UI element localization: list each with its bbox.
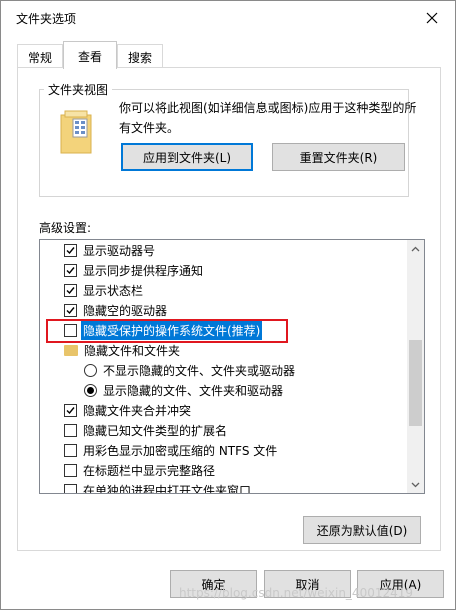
checkmark-icon	[66, 406, 75, 414]
item-label: 隐藏已知文件类型的扩展名	[83, 423, 228, 438]
window-title: 文件夹选项	[16, 12, 77, 26]
title-bar: 文件夹选项	[1, 1, 455, 35]
list-item-color-ntfs[interactable]: 用彩色显示加密或压缩的 NTFS 文件	[40, 440, 406, 460]
checkmark-icon	[66, 306, 75, 314]
item-label: 用彩色显示加密或压缩的 NTFS 文件	[83, 443, 278, 458]
close-button[interactable]	[409, 1, 455, 35]
checkbox-checked[interactable]	[64, 263, 77, 277]
apply-to-folders-button[interactable]: 应用到文件夹(L)	[121, 143, 253, 171]
list-item-hide-protected-os-files[interactable]: 隐藏受保护的操作系统文件(推荐)	[40, 320, 406, 340]
item-label: 隐藏文件夹合并冲突	[83, 403, 192, 418]
item-label: 隐藏文件和文件夹	[84, 343, 181, 358]
chevron-down-icon	[411, 482, 420, 487]
list-item-full-path-title[interactable]: 在标题栏中显示完整路径	[40, 460, 406, 480]
checkmark-icon	[66, 246, 75, 254]
checkmark-icon	[66, 286, 75, 294]
vertical-scrollbar[interactable]	[407, 240, 424, 493]
radio-selected[interactable]	[84, 383, 97, 397]
checkbox-checked[interactable]	[64, 283, 77, 297]
ok-button[interactable]: 确定	[170, 570, 257, 598]
list-item-show-hidden[interactable]: 显示隐藏的文件、文件夹和驱动器	[40, 380, 406, 400]
chevron-up-icon	[411, 246, 420, 251]
reset-folders-button[interactable]: 重置文件夹(R)	[272, 143, 405, 171]
checkbox-unchecked[interactable]	[64, 443, 77, 457]
radio-dot	[87, 386, 94, 394]
item-label: 显示状态栏	[83, 283, 144, 298]
apply-button[interactable]: 应用(A)	[357, 570, 444, 598]
item-label: 显示驱动器号	[83, 243, 156, 258]
checkbox-checked[interactable]	[64, 303, 77, 317]
list-item-dont-show-hidden[interactable]: 不显示隐藏的文件、文件夹或驱动器	[40, 360, 406, 380]
folder-views-legend: 文件夹视图	[44, 81, 113, 98]
item-label-selected: 隐藏受保护的操作系统文件(推荐)	[81, 320, 263, 340]
tab-general[interactable]: 常规	[17, 44, 63, 68]
list-item-hide-empty-drives[interactable]: 隐藏空的驱动器	[40, 300, 406, 320]
list-item-hide-extensions[interactable]: 隐藏已知文件类型的扩展名	[40, 420, 406, 440]
item-label: 在单独的进程中打开文件夹窗口	[83, 483, 252, 494]
item-label: 显示同步提供程序通知	[83, 263, 204, 278]
item-label: 在标题栏中显示完整路径	[83, 463, 216, 478]
checkbox-checked[interactable]	[64, 403, 77, 417]
folder-options-window: 文件夹选项 常规 查看 搜索 文件夹视图 你可以将此视图(如详细信息或图标)应用…	[0, 0, 456, 610]
list-item-hidden-files-folder: 隐藏文件和文件夹	[40, 340, 406, 360]
folder-icon	[64, 344, 78, 356]
scroll-thumb[interactable]	[409, 340, 422, 426]
item-label: 显示隐藏的文件、文件夹和驱动器	[103, 383, 284, 398]
advanced-settings-label: 高级设置:	[39, 221, 92, 235]
list-item-hide-merge-conflicts[interactable]: 隐藏文件夹合并冲突	[40, 400, 406, 420]
tab-view[interactable]: 查看	[63, 41, 117, 69]
folder-views-description: 你可以将此视图(如详细信息或图标)应用于这种类型的所有文件夹。	[119, 101, 417, 135]
checkbox-checked[interactable]	[64, 243, 77, 257]
list-item-show-sync-provider[interactable]: 显示同步提供程序通知	[40, 260, 406, 280]
list-item-separate-process[interactable]: 在单独的进程中打开文件夹窗口	[40, 480, 406, 494]
list-item-show-drive-letters[interactable]: 显示驱动器号	[40, 240, 406, 260]
item-label: 不显示隐藏的文件、文件夹或驱动器	[103, 363, 296, 378]
folder-view-icon	[60, 110, 92, 154]
checkmark-icon	[66, 266, 75, 274]
checkbox-unchecked[interactable]	[64, 323, 77, 337]
advanced-settings-list[interactable]: 显示驱动器号 显示同步提供程序通知 显示状态栏 隐藏空的驱动器 隐藏受保护的操作…	[39, 239, 425, 494]
checkbox-unchecked[interactable]	[64, 423, 77, 437]
radio-unselected[interactable]	[84, 363, 97, 377]
checkbox-unchecked[interactable]	[64, 463, 77, 477]
close-icon	[426, 12, 438, 24]
scroll-up-button[interactable]	[407, 240, 424, 257]
list-item-show-status-bar[interactable]: 显示状态栏	[40, 280, 406, 300]
checkbox-unchecked[interactable]	[64, 483, 77, 493]
cancel-button[interactable]: 取消	[264, 570, 351, 598]
restore-defaults-button[interactable]: 还原为默认值(D)	[303, 516, 421, 544]
scroll-down-button[interactable]	[407, 476, 424, 493]
tab-search[interactable]: 搜索	[117, 44, 163, 68]
item-label: 隐藏空的驱动器	[83, 303, 168, 318]
